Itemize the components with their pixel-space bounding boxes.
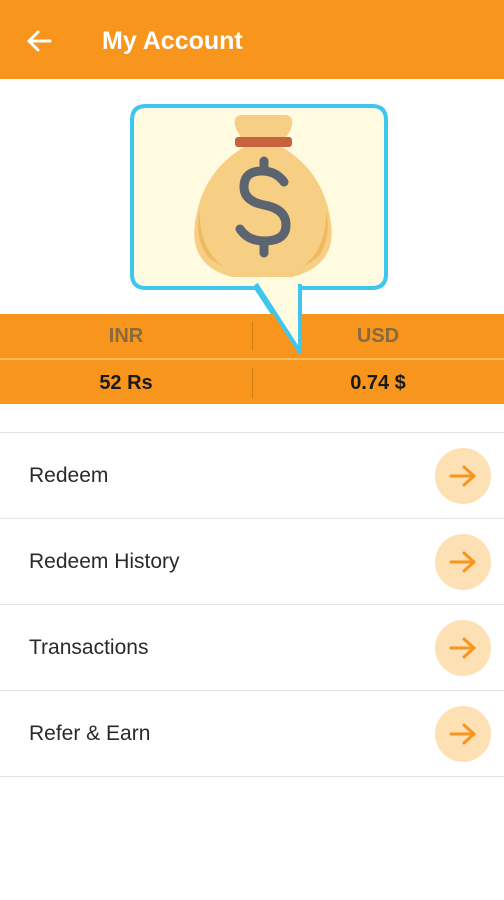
menu-item-redeem-history[interactable]: Redeem History (0, 519, 504, 605)
menu-item-label: Redeem History (29, 549, 180, 573)
arrow-right-icon (449, 723, 476, 744)
menu-item-transactions[interactable]: Transactions (0, 605, 504, 691)
menu-item-label: Redeem (29, 463, 109, 487)
account-menu: Redeem Redeem History Transactions Refer… (0, 432, 504, 777)
arrow-right-icon (449, 465, 476, 486)
arrow-right-button[interactable] (435, 619, 491, 676)
app-bar: My Account (0, 0, 504, 79)
arrow-right-icon (449, 637, 476, 658)
back-button[interactable] (22, 24, 56, 58)
arrow-right-button[interactable] (435, 447, 491, 504)
arrow-right-button[interactable] (435, 705, 491, 762)
arrow-right-icon (449, 551, 476, 572)
menu-item-label: Transactions (29, 635, 149, 659)
menu-item-redeem[interactable]: Redeem (0, 433, 504, 519)
menu-item-refer-earn[interactable]: Refer & Earn (0, 691, 504, 777)
menu-item-label: Refer & Earn (29, 721, 151, 745)
speech-bubble-tail (254, 282, 302, 354)
arrow-right-button[interactable] (435, 533, 491, 590)
page-title: My Account (102, 27, 243, 55)
arrow-left-icon (27, 30, 52, 52)
